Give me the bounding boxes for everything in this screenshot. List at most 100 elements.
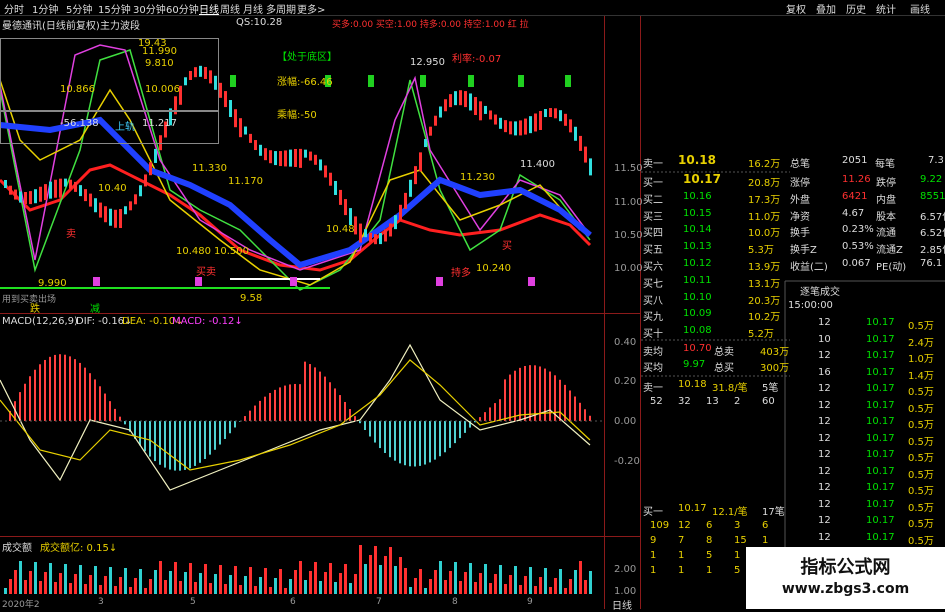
- tick-vol: 0.5万: [908, 436, 934, 448]
- candle: [104, 206, 107, 223]
- tab-weekly[interactable]: 周线: [220, 1, 240, 16]
- buy-queue-price: 10.17: [678, 503, 707, 514]
- macd-bar: [79, 362, 81, 421]
- signal-reduce: 减: [90, 304, 100, 315]
- tab-monthly[interactable]: 月线: [243, 1, 263, 16]
- volume-bar: [119, 577, 122, 594]
- volume-bar: [9, 579, 12, 594]
- buy-level-vol: 13.9万: [748, 262, 781, 273]
- signal-block-magenta: [195, 277, 202, 286]
- volume-bar: [219, 565, 222, 594]
- candle: [389, 223, 392, 237]
- macd-bar: [379, 421, 381, 449]
- candle: [439, 106, 442, 118]
- yaxis-vol-1: 2.00: [614, 564, 637, 575]
- volume-bar: [149, 579, 152, 594]
- macd-bar: [579, 402, 581, 421]
- tick-price: 10.17: [866, 333, 895, 345]
- stat-label: 净资: [790, 211, 810, 223]
- buy-level-label: 买八: [643, 295, 663, 307]
- macd-bar: [219, 421, 221, 445]
- volume-bar: [44, 572, 47, 594]
- yaxis-main-3: 10.50: [614, 230, 643, 241]
- candle: [509, 121, 512, 135]
- price-label-1040: 10.40: [98, 183, 127, 194]
- buy-queue-num: 1: [734, 550, 741, 561]
- volume-bar: [324, 572, 327, 594]
- volume-bar: [54, 582, 57, 594]
- tab-60min[interactable]: 60分钟: [166, 1, 199, 16]
- volume-bar: [359, 545, 362, 594]
- button-restore-rights[interactable]: 复权: [786, 1, 806, 16]
- buy-level-vol: 20.3万: [748, 295, 781, 307]
- volume-bar: [394, 566, 397, 594]
- candle: [324, 165, 327, 178]
- stat-value: 4.67: [842, 207, 865, 219]
- macd-bar: [499, 399, 501, 421]
- volume-bar: [449, 571, 452, 594]
- signal-block: [565, 75, 571, 87]
- candle: [589, 158, 592, 176]
- tab-more[interactable]: 更多>: [297, 1, 325, 16]
- macd-bar: [534, 365, 536, 421]
- tab-5min[interactable]: 5分钟: [66, 1, 92, 16]
- yaxis-macd-1: 0.40: [614, 337, 637, 348]
- volume-bar: [489, 583, 492, 594]
- avg-key: 总卖: [714, 347, 734, 358]
- volume-bar: [284, 588, 287, 594]
- volume-bar: [494, 574, 497, 594]
- tab-multi-period[interactable]: 多周期: [266, 1, 296, 16]
- button-history[interactable]: 历史: [846, 1, 866, 16]
- candle: [399, 204, 402, 220]
- xaxis-date-5: 8: [452, 597, 458, 607]
- volume-bar: [49, 563, 52, 594]
- macd-bar: [189, 421, 191, 469]
- box-label-2: 9.810: [145, 58, 174, 69]
- stat-value: 11.26: [842, 174, 871, 185]
- macd-bar: [64, 354, 66, 421]
- volume-bar: [89, 575, 92, 594]
- signal-block-magenta: [436, 277, 443, 286]
- macd-bar: [279, 387, 281, 421]
- avg-label: 买均: [643, 363, 663, 374]
- tick-price: 10.17: [866, 515, 895, 526]
- macd-bar: [194, 421, 196, 466]
- volume-bar: [444, 580, 447, 594]
- tab-1min[interactable]: 1分钟: [32, 1, 58, 16]
- ticks-title: 逐笔成交: [800, 287, 840, 298]
- macd-bar: [339, 395, 341, 421]
- buy-queue-num: 9: [650, 535, 657, 546]
- volume-bar: [154, 570, 157, 594]
- buy-queue-num: 8: [706, 535, 713, 546]
- macd-bar: [39, 364, 41, 421]
- candle: [74, 181, 77, 192]
- tab-15min[interactable]: 15分钟: [98, 1, 131, 16]
- signal-label-2: 持多: [451, 268, 471, 279]
- candle: [344, 199, 347, 216]
- macd-bar: [114, 408, 116, 421]
- candle: [544, 109, 547, 118]
- volume-bar: [4, 588, 7, 594]
- signal-block-magenta: [528, 277, 535, 286]
- button-overlay[interactable]: 叠加: [816, 1, 836, 16]
- candle: [264, 148, 267, 161]
- stat-value: 6.52亿: [920, 228, 945, 240]
- rate-label: 利率:-0.07: [452, 54, 502, 65]
- candle: [289, 149, 292, 167]
- candle: [374, 234, 377, 245]
- volume-bar: [464, 572, 467, 594]
- buy-queue-count: 17笔: [762, 507, 785, 518]
- macd-bar: [424, 421, 426, 465]
- tab-fenshi[interactable]: 分时: [4, 1, 24, 16]
- button-statistics[interactable]: 统计: [876, 1, 896, 16]
- zone-title: 【处于底区】: [277, 52, 337, 63]
- candle: [294, 148, 297, 167]
- candle: [429, 126, 432, 136]
- period-indicator[interactable]: 日线: [612, 597, 632, 612]
- macd-bar: [164, 421, 166, 468]
- tab-daily[interactable]: 日线: [199, 1, 219, 16]
- volume-bar: [329, 563, 332, 594]
- tab-30min[interactable]: 30分钟: [133, 1, 166, 16]
- volume-bar: [209, 583, 212, 594]
- button-draw-line[interactable]: 画线: [910, 1, 930, 16]
